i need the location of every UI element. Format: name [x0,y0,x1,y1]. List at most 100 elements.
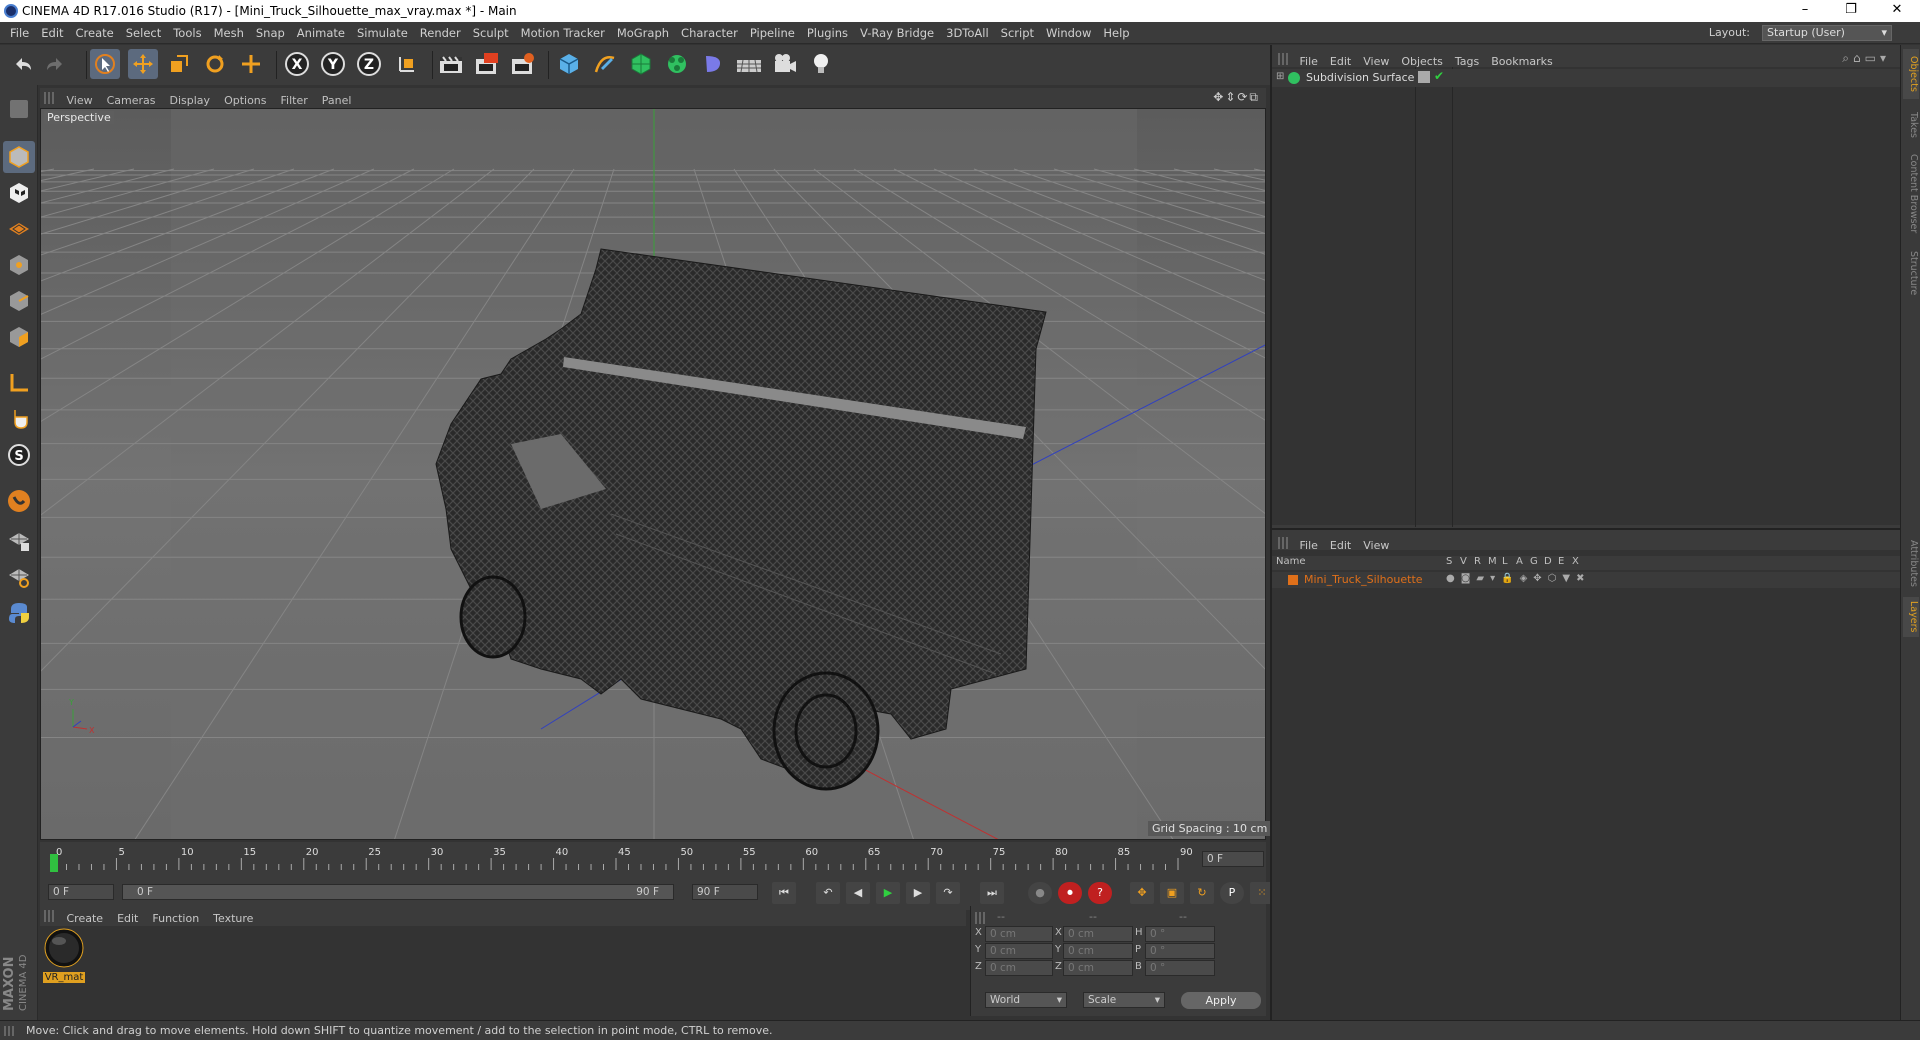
apply-button[interactable]: Apply [1181,992,1261,1009]
menu-character[interactable]: Character [675,22,744,44]
record-active-objects-button[interactable]: ⏺ [1058,882,1082,904]
render-to-picture-viewer-button[interactable] [472,49,502,79]
scale-dropdown[interactable]: Scale ▾ [1083,992,1165,1008]
enabled-check-icon[interactable]: ✔ [1434,69,1444,83]
live-selection-tool[interactable] [90,49,120,79]
menu-tools[interactable]: Tools [167,22,207,44]
layer-column-r[interactable]: R [1474,556,1481,567]
menu-script[interactable]: Script [995,22,1040,44]
viewport-menu-display[interactable]: Display [163,91,218,107]
object-manager-tool-icons[interactable]: ⌕⌂▭▾ [1842,51,1890,66]
tab-structure[interactable]: Structure [1903,243,1919,303]
subdivision-surface-button[interactable] [626,49,656,79]
coord-value-field[interactable]: 0 cm [985,960,1053,976]
end-frame-field[interactable]: 90 F [692,884,758,900]
object-menu-objects[interactable]: Objects [1395,53,1449,68]
layer-column-m[interactable]: M [1488,556,1497,567]
material-menu-edit[interactable]: Edit [110,909,145,925]
menu-plugins[interactable]: Plugins [801,22,854,44]
object-menu-tags[interactable]: Tags [1449,53,1485,68]
go-to-end-button[interactable]: ⏭ [980,882,1004,904]
deformer-button[interactable] [698,49,728,79]
cube-object-button[interactable] [554,49,584,79]
previous-frame-button[interactable]: ◀ [846,882,870,904]
key-rotation-button[interactable]: ↻ [1190,882,1214,904]
layer-column-l[interactable]: L [1502,556,1508,567]
expand-icon[interactable]: ⊞ [1276,71,1284,82]
next-frame-button[interactable]: ▶ [906,882,930,904]
render-view-button[interactable] [436,49,466,79]
material-swatch[interactable]: VR_mat [43,928,85,984]
layer-toggle-icons[interactable]: ●◙▰▾🔒◈✥⬡▼✖ [1446,573,1590,584]
z-axis-lock-button[interactable]: Z [354,49,384,79]
layer-row[interactable]: Mini_Truck_Silhouette ●◙▰▾🔒◈✥⬡▼✖ [1272,572,1900,588]
menu-animate[interactable]: Animate [291,22,351,44]
tab-attributes[interactable]: Attributes [1903,533,1919,593]
menu-motion-tracker[interactable]: Motion Tracker [515,22,611,44]
magnet-tool-button[interactable] [3,485,35,517]
autokeying-button[interactable]: ? [1088,882,1112,904]
coordinate-system-button[interactable] [392,49,422,79]
menu-3dtoall[interactable]: 3DToAll [940,22,995,44]
key-position-button[interactable]: ✥ [1130,882,1154,904]
layer-tag-icon[interactable] [1418,71,1430,83]
go-to-start-button[interactable]: ⏮ [772,882,796,904]
texture-mode-button[interactable] [3,177,35,209]
timeline-ruler[interactable]: 0 5 10 15 20 25 30 35 40 45 50 55 60 65 70 75 80 85 90 0 F [40,842,1266,876]
coord-value-field[interactable]: 0 ° [1145,943,1215,959]
menu-file[interactable]: File [4,22,35,44]
menu-select[interactable]: Select [120,22,167,44]
object-menu-file[interactable]: File [1294,53,1324,68]
layer-column-g[interactable]: G [1530,556,1538,567]
layer-column-e[interactable]: E [1558,556,1564,567]
planar-workplane-button[interactable] [3,561,35,593]
3d-viewport[interactable]: Y X [40,108,1266,840]
material-menu-texture[interactable]: Texture [206,909,260,925]
snap-button[interactable]: S [3,439,35,471]
scale-tool[interactable] [164,49,194,79]
polygons-mode-button[interactable] [3,321,35,353]
menu-mograph[interactable]: MoGraph [611,22,675,44]
layer-column-x[interactable]: X [1572,556,1579,567]
object-menu-edit[interactable]: Edit [1324,53,1357,68]
tab-layers[interactable]: Layers [1903,597,1919,637]
y-axis-lock-button[interactable]: Y [318,49,348,79]
tab-takes[interactable]: Takes [1903,105,1919,145]
coord-value-field[interactable]: 0 cm [1063,960,1133,976]
axis-mode-button[interactable] [3,367,35,399]
render-settings-button[interactable] [508,49,538,79]
layer-column-v[interactable]: V [1460,556,1467,567]
model-mode-button[interactable] [3,141,35,173]
start-frame-field[interactable]: 0 F [48,884,114,900]
tweak-mode-button[interactable] [3,403,35,435]
menu-create[interactable]: Create [70,22,120,44]
rotate-tool[interactable] [200,49,230,79]
menu-snap[interactable]: Snap [250,22,291,44]
make-editable-button[interactable] [3,93,35,125]
cloner-button[interactable] [662,49,692,79]
viewport-menu-options[interactable]: Options [217,91,273,107]
material-menu-function[interactable]: Function [145,909,206,925]
layer-color-swatch[interactable] [1288,575,1298,585]
key-scale-button[interactable]: ▣ [1160,882,1184,904]
viewport-menu-panel[interactable]: Panel [315,91,359,107]
coord-value-field[interactable]: 0 cm [1063,943,1133,959]
object-menu-bookmarks[interactable]: Bookmarks [1485,53,1558,68]
menu-help[interactable]: Help [1097,22,1135,44]
viewport-menu-filter[interactable]: Filter [274,91,315,107]
coord-value-field[interactable]: 0 ° [1145,960,1215,976]
redo-button[interactable] [40,49,70,79]
layout-select[interactable]: Startup (User) ▾ [1762,25,1892,41]
spline-pen-button[interactable] [590,49,620,79]
menu-edit[interactable]: Edit [35,22,69,44]
python-button[interactable] [3,597,35,629]
next-key-button[interactable]: ↷ [936,882,960,904]
menu-render[interactable]: Render [414,22,467,44]
close-button[interactable]: ✕ [1882,2,1912,20]
previous-key-button[interactable]: ↶ [816,882,840,904]
play-button[interactable]: ▶ [876,882,900,904]
undo-button[interactable] [8,49,38,79]
restore-button[interactable]: ❐ [1836,2,1866,20]
menu-simulate[interactable]: Simulate [351,22,414,44]
camera-object-button[interactable] [770,49,800,79]
